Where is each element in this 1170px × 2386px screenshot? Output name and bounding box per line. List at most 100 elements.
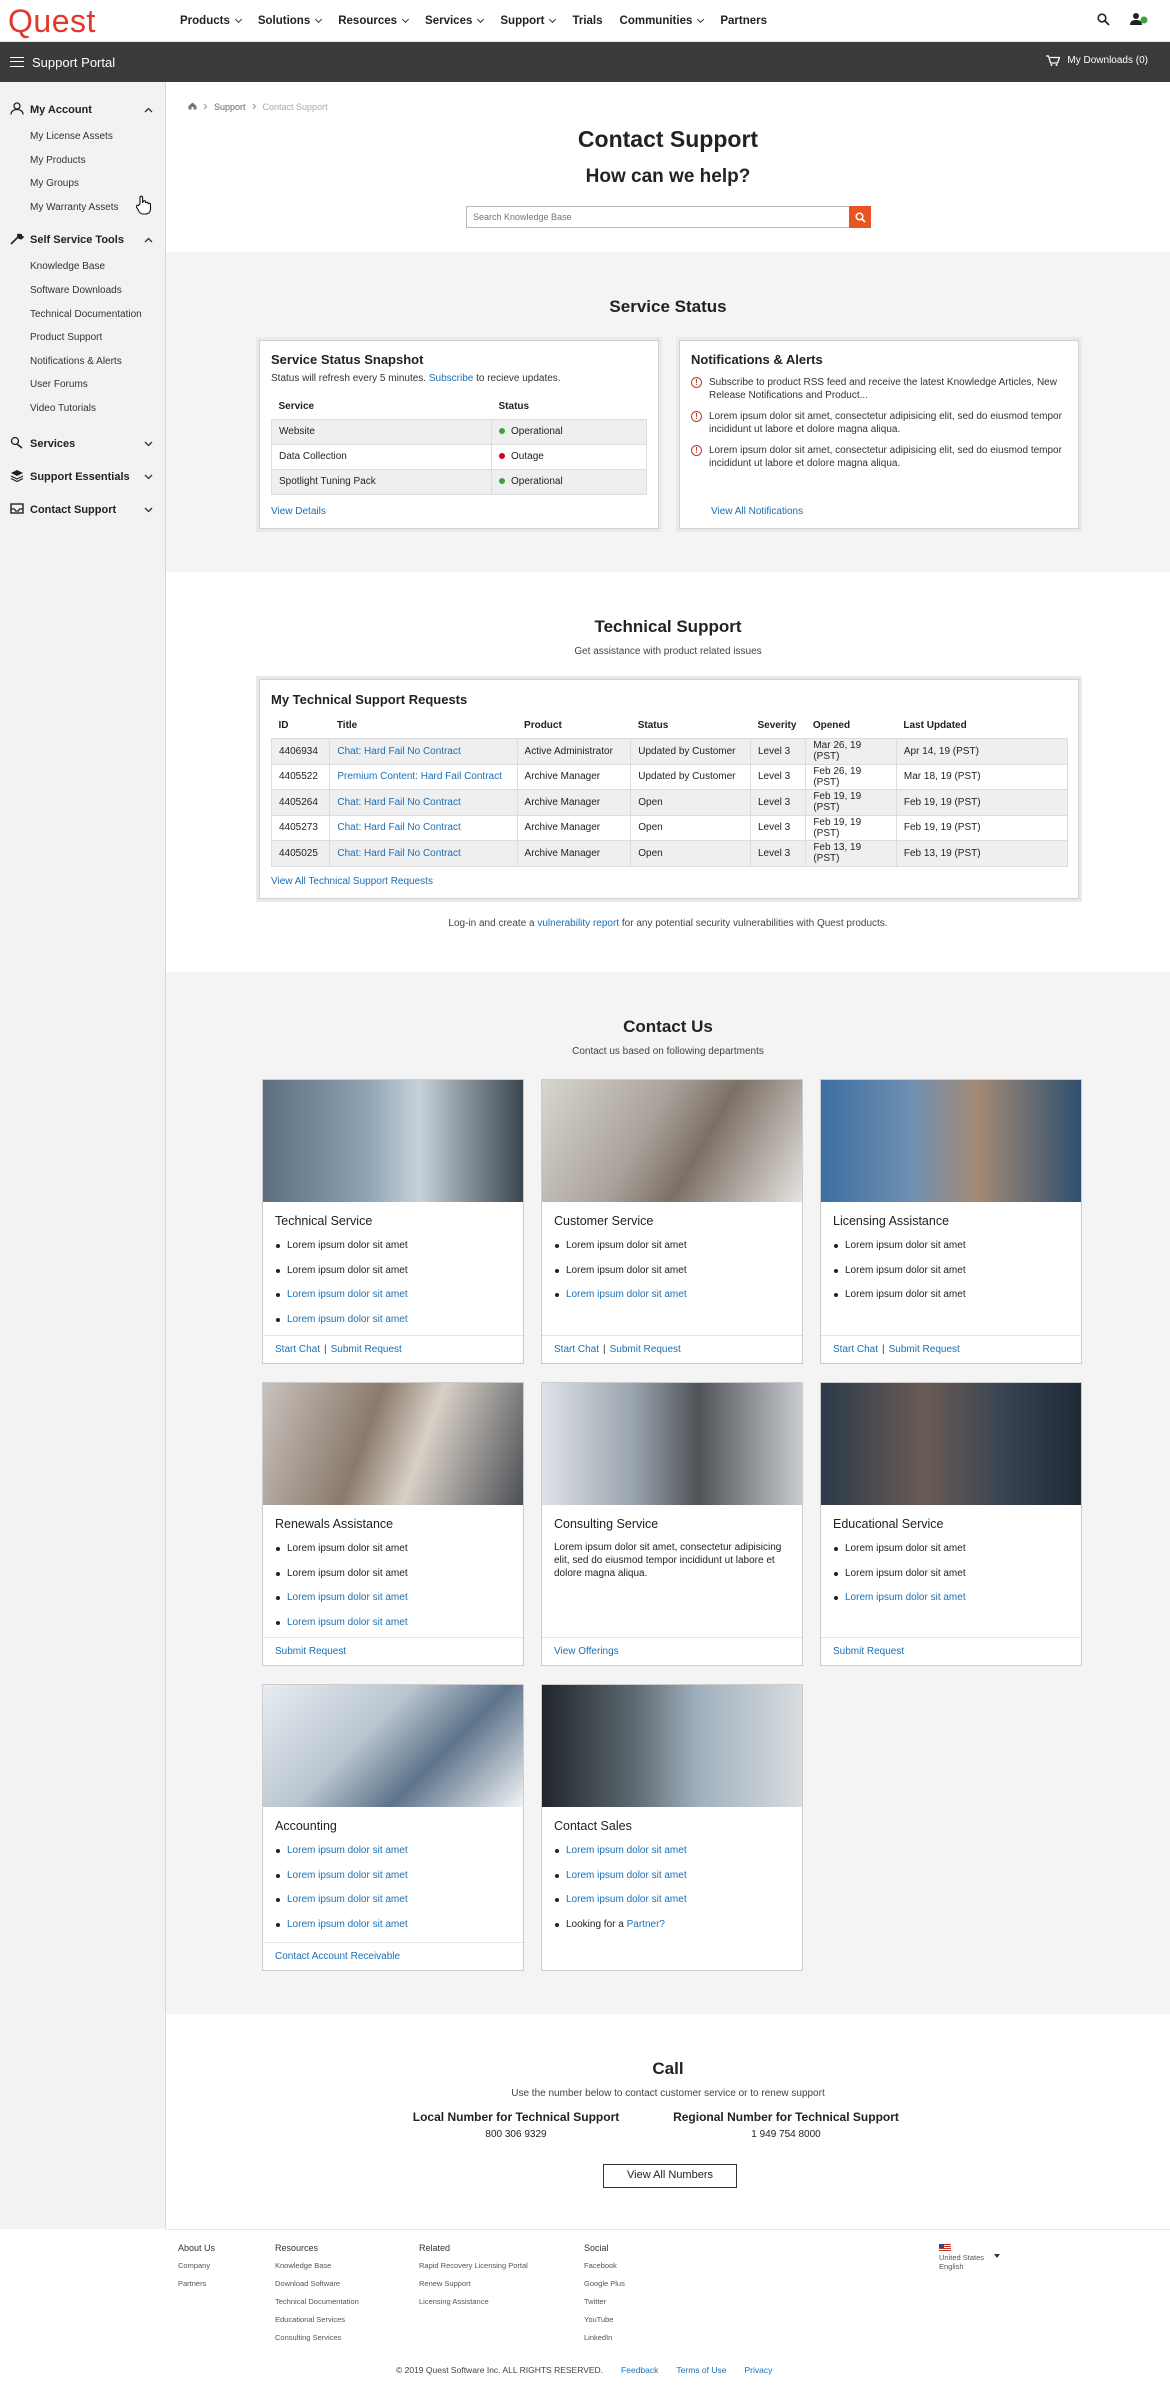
locale-selector[interactable]: United States English [939, 2244, 1001, 2271]
regional-number[interactable]: 1 949 754 8000 [656, 2129, 916, 2140]
footer-link[interactable]: YouTube [584, 2311, 625, 2329]
alert-item[interactable]: ! Lorem ipsum dolor sit amet, consectetur… [691, 444, 1071, 470]
footer-link[interactable]: LinkedIn [584, 2329, 625, 2347]
sidebar-item-software-downloads[interactable]: Software Downloads [0, 279, 165, 303]
list-link[interactable]: Lorem ipsum dolor sit amet [287, 1845, 408, 1856]
footer-link-feedback[interactable]: Feedback [621, 2365, 658, 2375]
list-link[interactable]: Lorem ipsum dolor sit amet [566, 1289, 687, 1300]
list-item[interactable]: Lorem ipsum dolor sit amet [275, 1839, 523, 1864]
list-item[interactable]: Lorem ipsum dolor sit amet [833, 1586, 1081, 1611]
nav-item-services[interactable]: Services [425, 15, 485, 27]
hamburger-menu-icon[interactable] [10, 57, 24, 67]
nav-item-communities[interactable]: Communities [620, 15, 705, 27]
footer-link[interactable]: Google Plus [584, 2275, 625, 2293]
list-item[interactable]: Lorem ipsum dolor sit amet [275, 1283, 523, 1308]
sidebar-head-contact-support[interactable]: Contact Support [0, 495, 165, 525]
list-link[interactable]: Lorem ipsum dolor sit amet [566, 1894, 687, 1905]
footer-link[interactable]: Facebook [584, 2257, 625, 2275]
home-icon[interactable] [188, 102, 197, 112]
vulnerability-report-link[interactable]: vulnerability report [537, 918, 619, 929]
footer-link-privacy[interactable]: Privacy [744, 2365, 772, 2375]
list-item[interactable]: Lorem ipsum dolor sit amet [554, 1283, 802, 1308]
sidebar-head-services[interactable]: Services [0, 429, 165, 459]
list-item[interactable]: Lorem ipsum dolor sit amet [275, 1586, 523, 1611]
list-item[interactable]: Lorem ipsum dolor sit amet [554, 1839, 802, 1864]
view-all-notifications-link[interactable]: View All Notifications [711, 506, 803, 517]
subscribe-link[interactable]: Subscribe [429, 373, 473, 384]
footer-link[interactable]: Renew Support [419, 2275, 528, 2293]
list-link[interactable]: Lorem ipsum dolor sit amet [566, 1845, 687, 1856]
user-account-icon[interactable] [1130, 12, 1148, 29]
search-icon[interactable] [1097, 12, 1110, 29]
card-action-link[interactable]: Submit Request [331, 1344, 402, 1355]
card-action-link[interactable]: Start Chat [833, 1344, 878, 1355]
footer-link-terms[interactable]: Terms of Use [676, 2365, 726, 2375]
nav-item-trials[interactable]: Trials [572, 15, 602, 27]
list-link[interactable]: Lorem ipsum dolor sit amet [287, 1617, 408, 1628]
sidebar-head-self-service-tools[interactable]: Self Service Tools [0, 225, 165, 255]
local-number[interactable]: 800 306 9329 [386, 2129, 646, 2140]
request-title-link[interactable]: Chat: Hard Fail No Contract [337, 822, 460, 833]
card-action-link[interactable]: View Offerings [554, 1646, 619, 1657]
list-link[interactable]: Lorem ipsum dolor sit amet [287, 1289, 408, 1300]
nav-item-support[interactable]: Support [500, 15, 557, 27]
list-item[interactable]: Lorem ipsum dolor sit amet [275, 1611, 523, 1636]
footer-link[interactable]: Knowledge Base [275, 2257, 359, 2275]
breadcrumb-support[interactable]: Support [214, 102, 246, 112]
footer-link[interactable]: Consulting Services [275, 2329, 359, 2347]
view-details-link[interactable]: View Details [271, 506, 326, 517]
list-link[interactable]: Lorem ipsum dolor sit amet [287, 1919, 408, 1930]
list-item[interactable]: Lorem ipsum dolor sit amet [275, 1864, 523, 1889]
list-item[interactable]: Lorem ipsum dolor sit amet [554, 1888, 802, 1913]
portal-title[interactable]: Support Portal [32, 55, 115, 70]
footer-link[interactable]: Company [178, 2257, 215, 2275]
list-item[interactable]: Lorem ipsum dolor sit amet [275, 1913, 523, 1938]
list-item[interactable]: Lorem ipsum dolor sit amet [554, 1864, 802, 1889]
request-title-link[interactable]: Chat: Hard Fail No Contract [337, 797, 460, 808]
view-all-numbers-button[interactable]: View All Numbers [603, 2164, 737, 2188]
footer-link[interactable]: Twitter [584, 2293, 625, 2311]
request-title-link[interactable]: Premium Content: Hard Fail Contract [337, 771, 502, 782]
list-link[interactable]: Lorem ipsum dolor sit amet [287, 1870, 408, 1881]
card-action-link[interactable]: Start Chat [554, 1344, 599, 1355]
card-action-link[interactable]: Submit Request [833, 1646, 904, 1657]
footer-link[interactable]: Rapid Recovery Licensing Portal [419, 2257, 528, 2275]
footer-link[interactable]: Download Software [275, 2275, 359, 2293]
list-link[interactable]: Lorem ipsum dolor sit amet [566, 1870, 687, 1881]
sidebar-item-my-groups[interactable]: My Groups [0, 172, 165, 196]
alert-item[interactable]: ! Subscribe to product RSS feed and recei… [691, 376, 1071, 402]
my-downloads-link[interactable]: My Downloads (0) [1046, 55, 1148, 66]
partner-link[interactable]: Partner? [627, 1919, 665, 1930]
knowledge-base-search-input[interactable] [467, 207, 849, 227]
sidebar-head-support-essentials[interactable]: Support Essentials [0, 462, 165, 492]
list-link[interactable]: Lorem ipsum dolor sit amet [287, 1894, 408, 1905]
list-link[interactable]: Lorem ipsum dolor sit amet [845, 1592, 966, 1603]
sidebar-item-knowledge-base[interactable]: Knowledge Base [0, 255, 165, 279]
sidebar-item-video-tutorials[interactable]: Video Tutorials [0, 397, 165, 421]
sidebar-item-technical-documentation[interactable]: Technical Documentation [0, 303, 165, 327]
card-action-link[interactable]: Start Chat [275, 1344, 320, 1355]
card-action-link[interactable]: Submit Request [275, 1646, 346, 1657]
list-link[interactable]: Lorem ipsum dolor sit amet [287, 1314, 408, 1325]
card-action-link[interactable]: Contact Account Receivable [275, 1951, 400, 1962]
search-button[interactable] [849, 206, 871, 228]
list-item[interactable]: Lorem ipsum dolor sit amet [275, 1308, 523, 1333]
request-title-link[interactable]: Chat: Hard Fail No Contract [337, 848, 460, 859]
quest-logo[interactable]: Quest [8, 5, 180, 37]
sidebar-item-product-support[interactable]: Product Support [0, 326, 165, 350]
footer-link[interactable]: Partners [178, 2275, 215, 2293]
footer-link[interactable]: Educational Services [275, 2311, 359, 2329]
sidebar-item-my-license-assets[interactable]: My License Assets [0, 125, 165, 149]
list-item[interactable]: Lorem ipsum dolor sit amet [275, 1888, 523, 1913]
footer-link[interactable]: Technical Documentation [275, 2293, 359, 2311]
list-link[interactable]: Lorem ipsum dolor sit amet [287, 1592, 408, 1603]
card-action-link[interactable]: Submit Request [889, 1344, 960, 1355]
card-action-link[interactable]: Submit Request [610, 1344, 681, 1355]
alert-item[interactable]: ! Lorem ipsum dolor sit amet, consectetur… [691, 410, 1071, 436]
nav-item-solutions[interactable]: Solutions [258, 15, 323, 27]
footer-link[interactable]: Licensing Assistance [419, 2293, 528, 2311]
sidebar-item-my-products[interactable]: My Products [0, 149, 165, 173]
nav-item-partners[interactable]: Partners [720, 15, 767, 27]
request-title-link[interactable]: Chat: Hard Fail No Contract [337, 746, 460, 757]
sidebar-item-notifications-alerts[interactable]: Notifications & Alerts [0, 350, 165, 374]
